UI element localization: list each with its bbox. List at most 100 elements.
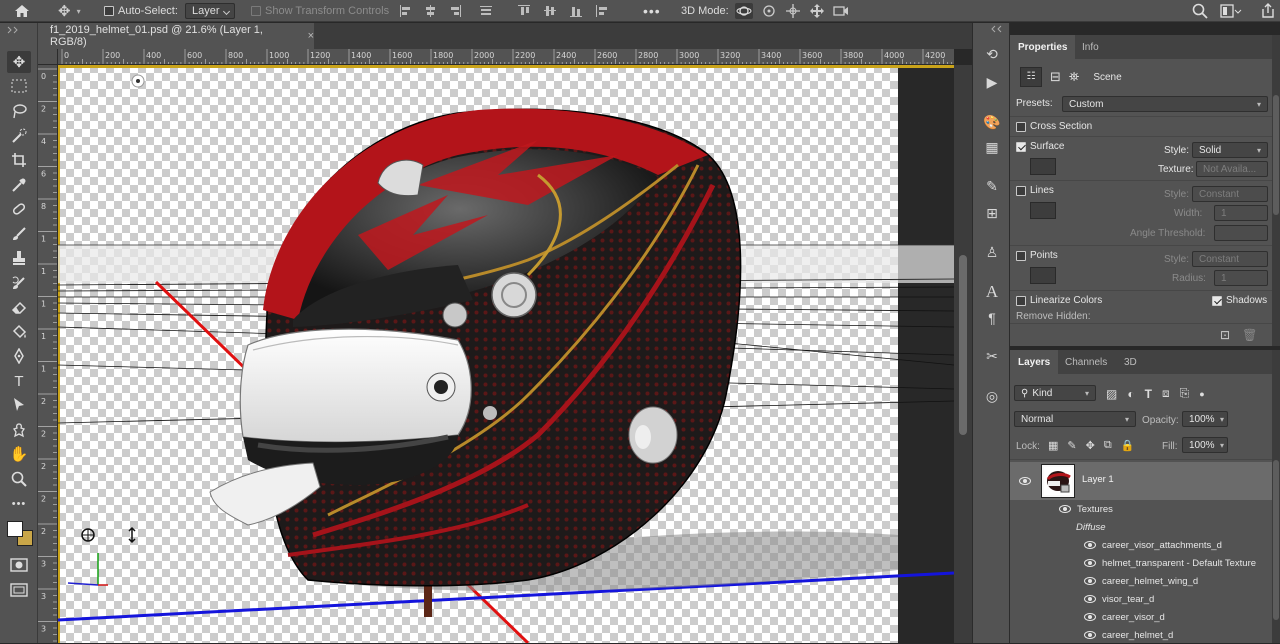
texture-visibility-icon[interactable] [1084,631,1096,639]
cross-section-checkbox[interactable]: Cross Section [1016,121,1092,132]
move-tool-preset-icon[interactable]: ✥ ▾ [58,0,81,22]
eyedropper-tool-icon[interactable] [7,174,31,196]
type-tool-icon[interactable]: T [7,370,31,392]
lock-transparent-icon[interactable]: ▦ [1048,439,1058,452]
layer-name[interactable]: Layer 1 [1082,474,1114,485]
scene-settings-icon[interactable]: ☷ [1020,67,1042,87]
filter-toggle-icon[interactable]: ● [1199,389,1204,399]
hand-tool-icon[interactable]: ✋ [7,443,31,465]
3d-panel-icon[interactable]: ◎ [981,385,1003,407]
screen-mode-icon[interactable] [7,579,31,601]
tab-layers[interactable]: Layers [1010,350,1059,374]
tab-properties[interactable]: Properties [1010,35,1076,59]
lines-style-dropdown[interactable]: Constant [1192,186,1268,202]
workspace-icon[interactable] [1220,0,1242,22]
document-tab[interactable]: f1_2019_helmet_01.psd @ 21.6% (Layer 1, … [38,23,314,49]
lock-image-icon[interactable]: ✎ [1067,439,1076,452]
slide-3d-icon[interactable] [809,3,825,19]
scale-3d-icon[interactable] [833,3,849,19]
camera-orbit-icon[interactable] [81,528,95,542]
tab-info[interactable]: Info [1074,35,1107,59]
surface-checkbox[interactable]: Surface [1016,141,1064,152]
presets-dropdown[interactable]: Custom ▾ [1062,96,1268,112]
radius-field[interactable]: 1 [1214,270,1268,286]
actions-panel-icon[interactable]: ▶ [981,71,1003,93]
close-document-icon[interactable]: × [308,30,314,42]
camera-icon[interactable]: ⊟ [1050,69,1061,85]
home-icon[interactable] [14,0,30,22]
texture-item-row[interactable]: helmet_transparent - Default Texture [1010,554,1272,572]
opacity-field[interactable]: 100% ▾ [1182,411,1228,427]
texture-item-row[interactable]: career_helmet_d [1010,626,1272,644]
scrollbar-thumb[interactable] [959,255,967,435]
shadows-checkbox[interactable]: Shadows [1212,295,1267,306]
canvas-area[interactable] [58,65,954,643]
vertical-ruler[interactable]: 0 2 4 6 8 1 1 1 1 1 2 2 2 2 2 3 3 3 [38,65,58,643]
lock-all-icon[interactable]: 🔒 [1121,439,1135,452]
surface-color-swatch[interactable] [1030,158,1056,175]
texture-dropdown[interactable]: Not Availa... [1196,161,1268,177]
layers-scrollbar[interactable] [1272,350,1280,643]
distribute-icons[interactable] [516,4,626,18]
points-style-dropdown[interactable]: Constant [1192,251,1268,267]
texture-item-row[interactable]: career_visor_d [1010,608,1272,626]
orbit-3d-icon[interactable] [735,3,753,19]
brush-tool-icon[interactable] [7,223,31,245]
smart-object-filter-icon[interactable]: ⎘ [1180,386,1190,401]
share-icon[interactable] [1260,0,1276,22]
texture-visibility-icon[interactable] [1084,577,1096,585]
pixel-filter-icon[interactable]: ▨ [1106,387,1117,401]
paragraph-panel-icon[interactable]: ¶ [981,307,1003,329]
search-icon[interactable] [1192,0,1208,22]
lasso-tool-icon[interactable] [7,100,31,122]
zoom-tool-icon[interactable] [7,468,31,490]
lines-checkbox[interactable]: Lines [1016,185,1054,196]
texture-visibility-icon[interactable] [1084,541,1096,549]
auto-select-checkbox[interactable]: Auto-Select: [104,0,178,22]
texture-visibility-icon[interactable] [1084,595,1096,603]
texture-visibility-icon[interactable] [1084,613,1096,621]
points-color-swatch[interactable] [1030,267,1056,284]
texture-item-row[interactable]: career_visor_attachments_d [1010,536,1272,554]
move-tool-icon[interactable]: ✥ [7,51,31,73]
lock-position-icon[interactable]: ✥ [1086,439,1095,452]
clone-source-panel-icon[interactable]: ♙ [981,241,1003,263]
canvas-artwork[interactable] [58,65,954,643]
quick-mask-icon[interactable] [7,554,31,576]
shape-filter-icon[interactable]: ⧈ [1162,386,1170,401]
history-brush-tool-icon[interactable] [7,272,31,294]
swatches-panel-icon[interactable]: ▦ [981,136,1003,158]
fill-field[interactable]: 100% ▾ [1182,437,1228,453]
show-transform-checkbox[interactable]: Show Transform Controls [251,0,389,22]
scene-light-icon[interactable]: ⛯ [1069,69,1079,85]
blend-mode-dropdown[interactable]: Normal ▾ [1014,411,1136,427]
toolbar-collapse-icon[interactable] [0,23,38,37]
color-panel-icon[interactable]: 🎨 [981,111,1003,133]
quick-selection-tool-icon[interactable] [7,125,31,147]
textures-visibility-icon[interactable] [1059,505,1071,513]
properties-scrollbar[interactable] [1272,35,1280,346]
layer-row[interactable]: Layer 1 [1010,462,1272,500]
clone-stamp-tool-icon[interactable] [7,247,31,269]
width-field[interactable]: 1 [1214,205,1268,221]
pan-3d-icon[interactable] [785,3,801,19]
render-icon[interactable]: ⊡ [1220,328,1230,342]
textures-row[interactable]: Textures [1010,500,1272,518]
crop-tool-icon[interactable] [7,149,31,171]
trash-icon[interactable]: 🗑 [1242,328,1257,342]
lock-artboard-icon[interactable]: ⧉ [1104,439,1112,452]
linearize-colors-checkbox[interactable]: Linearize Colors [1016,295,1102,306]
more-options-icon[interactable]: ••• [643,0,661,22]
visibility-eye-icon[interactable] [1019,477,1031,485]
texture-item-row[interactable]: visor_tear_d [1010,590,1272,608]
paint-bucket-tool-icon[interactable] [7,321,31,343]
eraser-tool-icon[interactable] [7,296,31,318]
tool-presets-panel-icon[interactable]: ✂ [981,345,1003,367]
horizontal-ruler[interactable]: 0 200 400 600 800 1000 1200 1400 1600 1800 2000 220… [58,49,954,65]
layer-filter-kind[interactable]: ⚲ Kind ▾ [1014,385,1096,401]
lines-color-swatch[interactable] [1030,202,1056,219]
auto-select-target-dropdown[interactable]: Layer [185,3,235,19]
canvas-vertical-scrollbar[interactable] [954,65,972,643]
custom-shape-tool-icon[interactable] [7,419,31,441]
diffuse-row[interactable]: Diffuse [1010,518,1272,536]
